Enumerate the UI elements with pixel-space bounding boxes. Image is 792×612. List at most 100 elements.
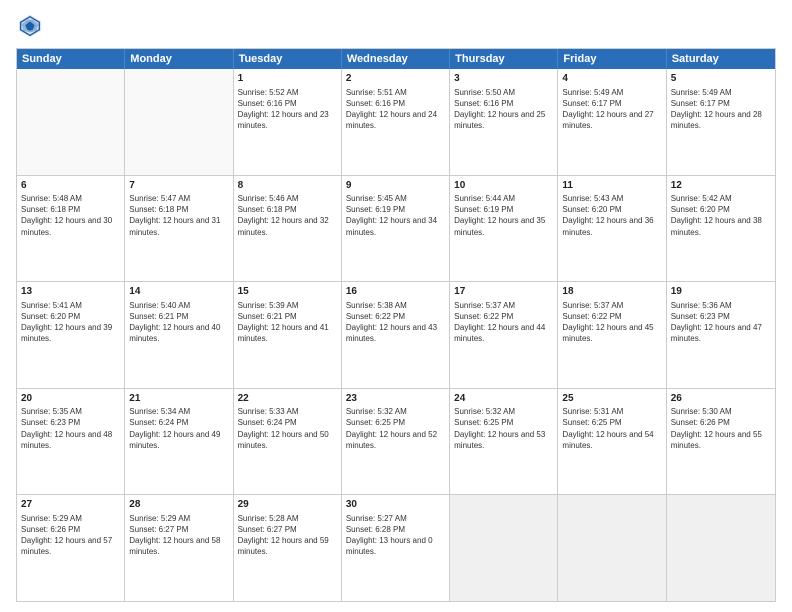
- calendar-cell: [667, 495, 775, 601]
- cell-info: Sunrise: 5:45 AM Sunset: 6:19 PM Dayligh…: [346, 193, 445, 238]
- calendar-cell: 4Sunrise: 5:49 AM Sunset: 6:17 PM Daylig…: [558, 69, 666, 175]
- cell-info: Sunrise: 5:39 AM Sunset: 6:21 PM Dayligh…: [238, 300, 337, 345]
- header-cell-thursday: Thursday: [450, 49, 558, 69]
- day-number: 28: [129, 498, 228, 512]
- cell-info: Sunrise: 5:48 AM Sunset: 6:18 PM Dayligh…: [21, 193, 120, 238]
- calendar-cell: 18Sunrise: 5:37 AM Sunset: 6:22 PM Dayli…: [558, 282, 666, 388]
- day-number: 5: [671, 72, 771, 86]
- week-row-1: 6Sunrise: 5:48 AM Sunset: 6:18 PM Daylig…: [17, 176, 775, 283]
- calendar-cell: 12Sunrise: 5:42 AM Sunset: 6:20 PM Dayli…: [667, 176, 775, 282]
- calendar-cell: 16Sunrise: 5:38 AM Sunset: 6:22 PM Dayli…: [342, 282, 450, 388]
- logo-icon: [16, 12, 44, 40]
- day-number: 16: [346, 285, 445, 299]
- page: SundayMondayTuesdayWednesdayThursdayFrid…: [0, 0, 792, 612]
- week-row-0: 1Sunrise: 5:52 AM Sunset: 6:16 PM Daylig…: [17, 69, 775, 176]
- day-number: 6: [21, 179, 120, 193]
- calendar-cell: 21Sunrise: 5:34 AM Sunset: 6:24 PM Dayli…: [125, 389, 233, 495]
- cell-info: Sunrise: 5:33 AM Sunset: 6:24 PM Dayligh…: [238, 406, 337, 451]
- cell-info: Sunrise: 5:29 AM Sunset: 6:27 PM Dayligh…: [129, 513, 228, 558]
- calendar-cell: 29Sunrise: 5:28 AM Sunset: 6:27 PM Dayli…: [234, 495, 342, 601]
- calendar-cell: 13Sunrise: 5:41 AM Sunset: 6:20 PM Dayli…: [17, 282, 125, 388]
- header-cell-tuesday: Tuesday: [234, 49, 342, 69]
- day-number: 29: [238, 498, 337, 512]
- week-row-3: 20Sunrise: 5:35 AM Sunset: 6:23 PM Dayli…: [17, 389, 775, 496]
- calendar-cell: [558, 495, 666, 601]
- calendar-cell: 5Sunrise: 5:49 AM Sunset: 6:17 PM Daylig…: [667, 69, 775, 175]
- calendar-cell: 26Sunrise: 5:30 AM Sunset: 6:26 PM Dayli…: [667, 389, 775, 495]
- calendar-cell: 22Sunrise: 5:33 AM Sunset: 6:24 PM Dayli…: [234, 389, 342, 495]
- calendar-cell: 24Sunrise: 5:32 AM Sunset: 6:25 PM Dayli…: [450, 389, 558, 495]
- day-number: 3: [454, 72, 553, 86]
- day-number: 4: [562, 72, 661, 86]
- cell-info: Sunrise: 5:49 AM Sunset: 6:17 PM Dayligh…: [562, 87, 661, 132]
- cell-info: Sunrise: 5:51 AM Sunset: 6:16 PM Dayligh…: [346, 87, 445, 132]
- day-number: 23: [346, 392, 445, 406]
- cell-info: Sunrise: 5:32 AM Sunset: 6:25 PM Dayligh…: [454, 406, 553, 451]
- cell-info: Sunrise: 5:38 AM Sunset: 6:22 PM Dayligh…: [346, 300, 445, 345]
- day-number: 19: [671, 285, 771, 299]
- cell-info: Sunrise: 5:32 AM Sunset: 6:25 PM Dayligh…: [346, 406, 445, 451]
- day-number: 22: [238, 392, 337, 406]
- cell-info: Sunrise: 5:35 AM Sunset: 6:23 PM Dayligh…: [21, 406, 120, 451]
- header-cell-friday: Friday: [558, 49, 666, 69]
- calendar-cell: 15Sunrise: 5:39 AM Sunset: 6:21 PM Dayli…: [234, 282, 342, 388]
- cell-info: Sunrise: 5:31 AM Sunset: 6:25 PM Dayligh…: [562, 406, 661, 451]
- cell-info: Sunrise: 5:28 AM Sunset: 6:27 PM Dayligh…: [238, 513, 337, 558]
- day-number: 12: [671, 179, 771, 193]
- day-number: 9: [346, 179, 445, 193]
- week-row-2: 13Sunrise: 5:41 AM Sunset: 6:20 PM Dayli…: [17, 282, 775, 389]
- day-number: 15: [238, 285, 337, 299]
- day-number: 13: [21, 285, 120, 299]
- calendar-cell: 17Sunrise: 5:37 AM Sunset: 6:22 PM Dayli…: [450, 282, 558, 388]
- cell-info: Sunrise: 5:49 AM Sunset: 6:17 PM Dayligh…: [671, 87, 771, 132]
- cell-info: Sunrise: 5:40 AM Sunset: 6:21 PM Dayligh…: [129, 300, 228, 345]
- calendar-header: SundayMondayTuesdayWednesdayThursdayFrid…: [17, 49, 775, 69]
- calendar-cell: 14Sunrise: 5:40 AM Sunset: 6:21 PM Dayli…: [125, 282, 233, 388]
- day-number: 24: [454, 392, 553, 406]
- cell-info: Sunrise: 5:30 AM Sunset: 6:26 PM Dayligh…: [671, 406, 771, 451]
- calendar-cell: 8Sunrise: 5:46 AM Sunset: 6:18 PM Daylig…: [234, 176, 342, 282]
- day-number: 21: [129, 392, 228, 406]
- calendar-cell: 9Sunrise: 5:45 AM Sunset: 6:19 PM Daylig…: [342, 176, 450, 282]
- calendar-cell: 1Sunrise: 5:52 AM Sunset: 6:16 PM Daylig…: [234, 69, 342, 175]
- header-cell-sunday: Sunday: [17, 49, 125, 69]
- day-number: 17: [454, 285, 553, 299]
- day-number: 11: [562, 179, 661, 193]
- calendar-cell: 2Sunrise: 5:51 AM Sunset: 6:16 PM Daylig…: [342, 69, 450, 175]
- header: [16, 12, 776, 40]
- cell-info: Sunrise: 5:37 AM Sunset: 6:22 PM Dayligh…: [562, 300, 661, 345]
- cell-info: Sunrise: 5:44 AM Sunset: 6:19 PM Dayligh…: [454, 193, 553, 238]
- day-number: 18: [562, 285, 661, 299]
- cell-info: Sunrise: 5:50 AM Sunset: 6:16 PM Dayligh…: [454, 87, 553, 132]
- day-number: 2: [346, 72, 445, 86]
- cell-info: Sunrise: 5:47 AM Sunset: 6:18 PM Dayligh…: [129, 193, 228, 238]
- cell-info: Sunrise: 5:41 AM Sunset: 6:20 PM Dayligh…: [21, 300, 120, 345]
- calendar-cell: 7Sunrise: 5:47 AM Sunset: 6:18 PM Daylig…: [125, 176, 233, 282]
- cell-info: Sunrise: 5:34 AM Sunset: 6:24 PM Dayligh…: [129, 406, 228, 451]
- day-number: 30: [346, 498, 445, 512]
- cell-info: Sunrise: 5:43 AM Sunset: 6:20 PM Dayligh…: [562, 193, 661, 238]
- day-number: 8: [238, 179, 337, 193]
- cell-info: Sunrise: 5:52 AM Sunset: 6:16 PM Dayligh…: [238, 87, 337, 132]
- day-number: 27: [21, 498, 120, 512]
- calendar: SundayMondayTuesdayWednesdayThursdayFrid…: [16, 48, 776, 602]
- week-row-4: 27Sunrise: 5:29 AM Sunset: 6:26 PM Dayli…: [17, 495, 775, 601]
- calendar-cell: 6Sunrise: 5:48 AM Sunset: 6:18 PM Daylig…: [17, 176, 125, 282]
- logo: [16, 12, 48, 40]
- cell-info: Sunrise: 5:29 AM Sunset: 6:26 PM Dayligh…: [21, 513, 120, 558]
- calendar-cell: 25Sunrise: 5:31 AM Sunset: 6:25 PM Dayli…: [558, 389, 666, 495]
- calendar-cell: 28Sunrise: 5:29 AM Sunset: 6:27 PM Dayli…: [125, 495, 233, 601]
- cell-info: Sunrise: 5:46 AM Sunset: 6:18 PM Dayligh…: [238, 193, 337, 238]
- cell-info: Sunrise: 5:42 AM Sunset: 6:20 PM Dayligh…: [671, 193, 771, 238]
- calendar-cell: [450, 495, 558, 601]
- header-cell-saturday: Saturday: [667, 49, 775, 69]
- calendar-cell: [17, 69, 125, 175]
- day-number: 14: [129, 285, 228, 299]
- calendar-cell: 19Sunrise: 5:36 AM Sunset: 6:23 PM Dayli…: [667, 282, 775, 388]
- header-cell-monday: Monday: [125, 49, 233, 69]
- cell-info: Sunrise: 5:36 AM Sunset: 6:23 PM Dayligh…: [671, 300, 771, 345]
- calendar-cell: 10Sunrise: 5:44 AM Sunset: 6:19 PM Dayli…: [450, 176, 558, 282]
- day-number: 20: [21, 392, 120, 406]
- calendar-cell: 20Sunrise: 5:35 AM Sunset: 6:23 PM Dayli…: [17, 389, 125, 495]
- calendar-cell: 30Sunrise: 5:27 AM Sunset: 6:28 PM Dayli…: [342, 495, 450, 601]
